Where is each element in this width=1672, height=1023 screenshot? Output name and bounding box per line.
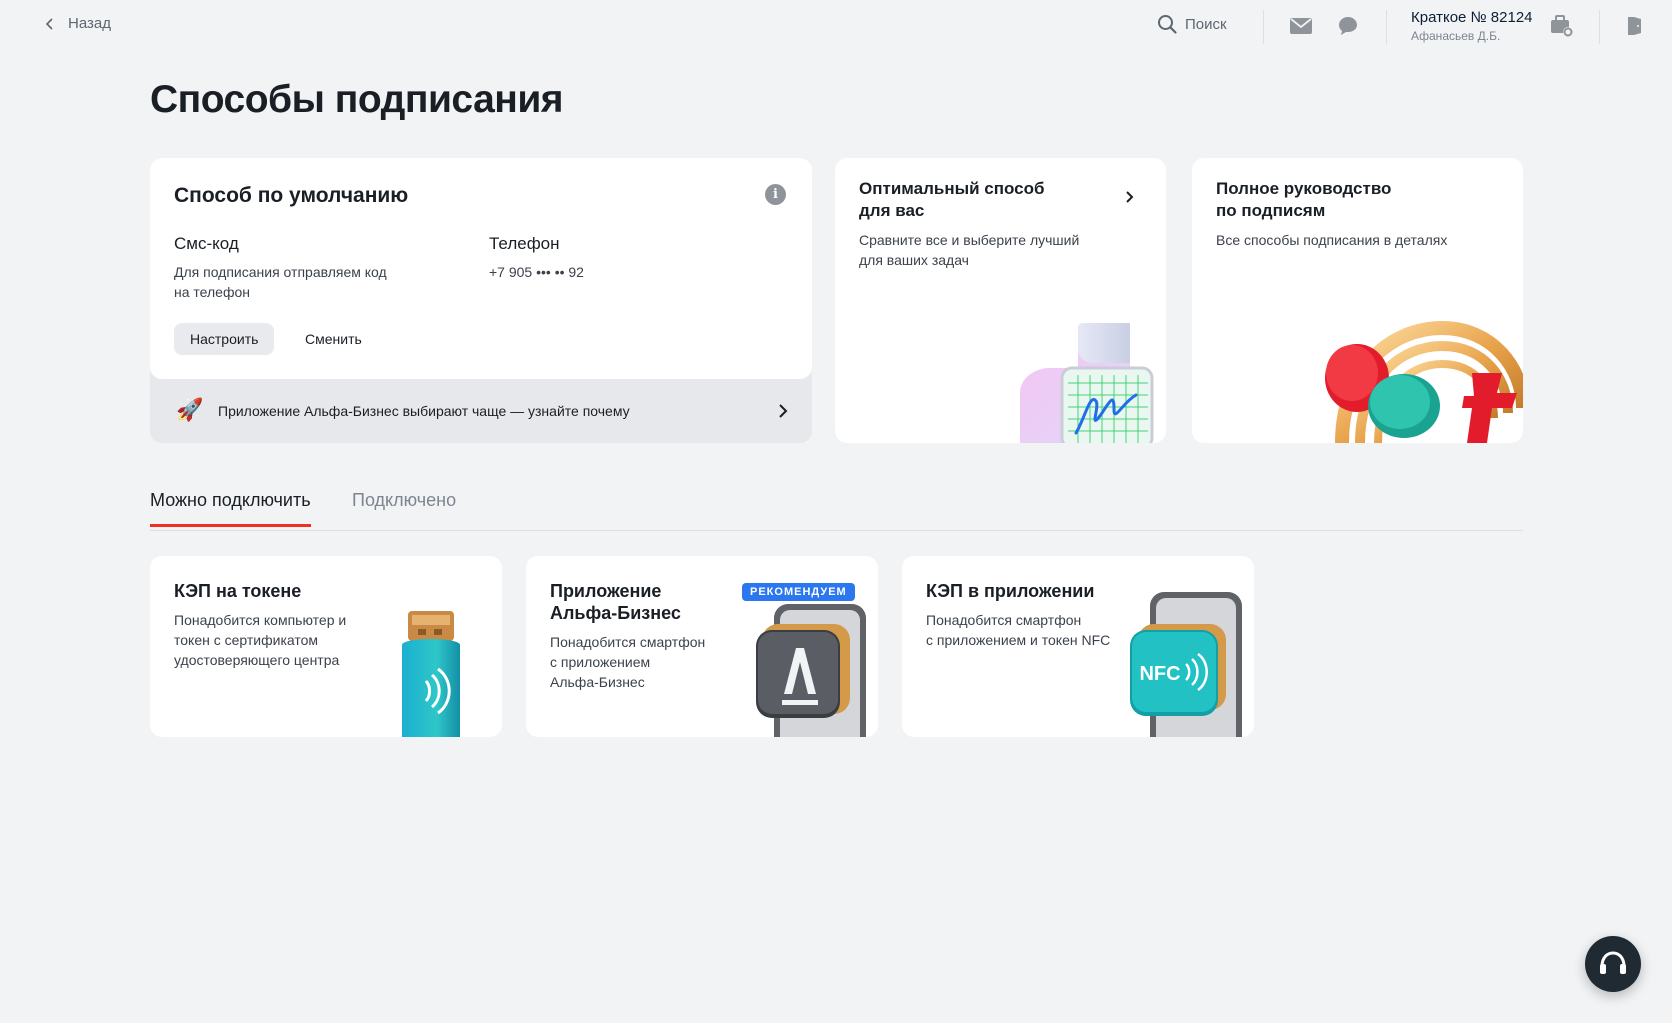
method-title: КЭП в приложении xyxy=(926,581,1095,601)
promo-text: Приложение Альфа-Бизнес выбирают чаще — … xyxy=(218,403,630,419)
exit-door-icon xyxy=(1628,17,1641,35)
company-name: Краткое № 82124 xyxy=(1411,9,1533,26)
default-method-title: Способ по умолчанию xyxy=(174,184,409,207)
info-icon[interactable]: i xyxy=(765,184,786,205)
method-card-token[interactable]: КЭП на токене Понадобится компьютер и то… xyxy=(150,556,502,737)
divider xyxy=(1386,10,1387,44)
phone-number: +7 905 ••• •• 92 xyxy=(489,264,584,280)
support-chat-button[interactable] xyxy=(1585,936,1641,992)
method-description: Понадобится смартфон с приложением Альфа… xyxy=(550,634,706,690)
optimal-method-title: Оптимальный способ для вас xyxy=(859,179,1045,220)
methods-tabs: Можно подключить Подключено xyxy=(150,490,1523,531)
sms-description: Для подписания отправляем код на телефон xyxy=(174,264,387,300)
change-button[interactable]: Сменить xyxy=(297,323,370,355)
briefcase-gear-icon xyxy=(1551,15,1573,37)
optimal-method-description: Сравните все и выберите лучший для ваших… xyxy=(859,232,1080,268)
default-method-block: Способ по умолчанию i Смс-код Для подпис… xyxy=(150,158,812,443)
company-switcher[interactable]: Краткое № 82124 Афанасьев Д.Б. xyxy=(1411,9,1533,43)
search-button[interactable]: Поиск xyxy=(1157,14,1227,34)
company-settings-button[interactable] xyxy=(1549,13,1575,39)
rocket-icon: 🚀 xyxy=(176,397,204,422)
headset-icon xyxy=(1600,951,1626,974)
optimal-method-card[interactable]: Оптимальный способ для вас Сравните все … xyxy=(835,158,1166,443)
sms-heading: Смс-код xyxy=(174,234,239,253)
method-title: КЭП на токене xyxy=(174,581,302,601)
recommended-badge: РЕКОМЕНДУЕМ xyxy=(742,583,855,601)
alfa-business-promo-link[interactable]: 🚀 Приложение Альфа-Бизнес выбирают чаще … xyxy=(150,379,812,443)
logout-button[interactable] xyxy=(1622,13,1648,39)
divider xyxy=(1599,10,1600,44)
chat-button[interactable] xyxy=(1335,13,1361,39)
tab-can-connect[interactable]: Можно подключить xyxy=(150,490,311,527)
back-label: Назад xyxy=(68,15,111,32)
back-link[interactable]: Назад xyxy=(44,15,111,32)
search-label: Поиск xyxy=(1185,15,1227,33)
phone-heading: Телефон xyxy=(489,234,560,253)
mail-icon xyxy=(1290,18,1312,34)
method-title: Приложение Альфа-Бизнес xyxy=(550,581,681,623)
signature-document-illustration xyxy=(1020,323,1154,443)
company-person: Афанасьев Д.Б. xyxy=(1411,28,1501,43)
mail-button[interactable] xyxy=(1288,13,1314,39)
page-title: Способы подписания xyxy=(150,78,564,121)
signatures-guide-card[interactable]: Полное руководство по подписям Все спосо… xyxy=(1192,158,1523,443)
chevron-right-icon xyxy=(779,404,788,418)
default-method-card: Способ по умолчанию i Смс-код Для подпис… xyxy=(150,158,812,379)
phone-column: Телефон +7 905 ••• •• 92 xyxy=(489,234,709,282)
sms-column: Смс-код Для подписания отправляем код на… xyxy=(174,234,394,302)
method-description: Понадобится смартфон с приложением и ток… xyxy=(926,612,1111,648)
method-description: Понадобится компьютер и токен с сертифик… xyxy=(174,612,347,668)
configure-button[interactable]: Настроить xyxy=(174,323,275,355)
method-card-alfa-app[interactable]: Приложение Альфа-Бизнес РЕКОМЕНДУЕМ Пона… xyxy=(526,556,878,737)
tab-connected[interactable]: Подключено xyxy=(352,490,456,524)
chevron-right-icon xyxy=(1126,191,1134,203)
chevron-left-icon xyxy=(45,17,53,30)
chat-bubble-icon xyxy=(1339,17,1357,35)
divider xyxy=(1263,10,1264,44)
method-card-app-kep[interactable]: КЭП в приложении Понадобится смартфон с … xyxy=(902,556,1254,737)
coins-illustration xyxy=(1325,320,1523,443)
phone-nfc-illustration: NFC xyxy=(1130,592,1242,737)
phone-alfa-app-illustration xyxy=(756,604,866,737)
signatures-guide-description: Все способы подписания в деталях xyxy=(1216,232,1448,248)
usb-token-illustration xyxy=(402,611,460,737)
signatures-guide-title: Полное руководство по подписям xyxy=(1216,179,1392,220)
search-icon xyxy=(1158,15,1177,34)
nfc-label: NFC xyxy=(1139,663,1180,685)
top-bar: Назад Поиск Краткое № 82124 Афанасьев Д.… xyxy=(0,0,1672,52)
